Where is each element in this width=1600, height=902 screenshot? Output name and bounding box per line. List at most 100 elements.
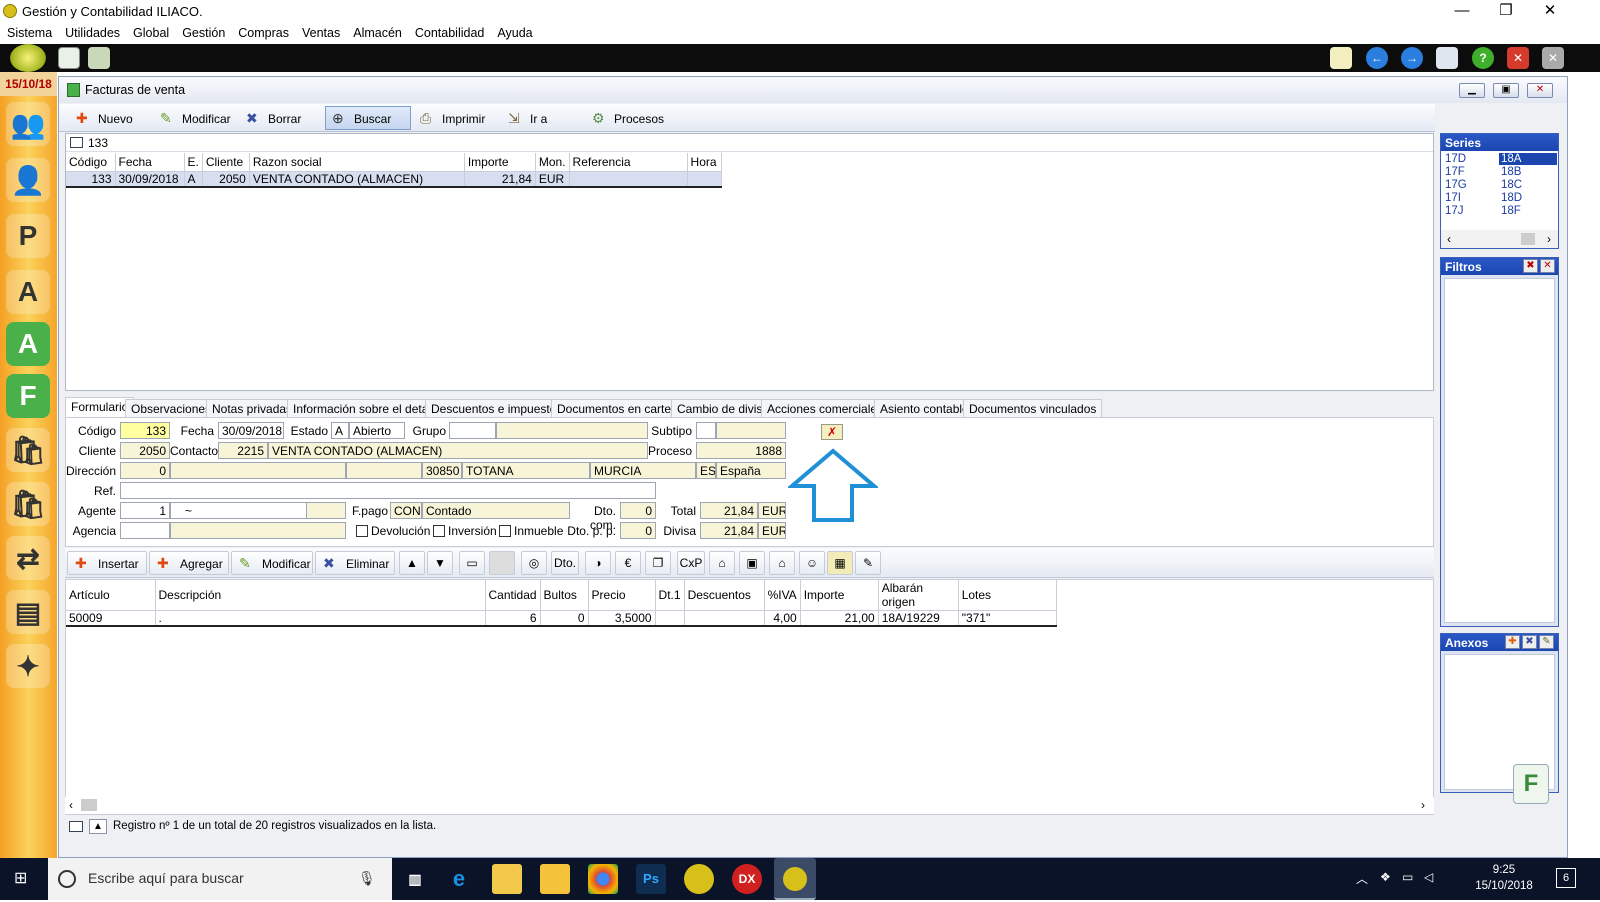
euro-icon[interactable]: € xyxy=(615,551,641,575)
tools-icon[interactable]: ✦ xyxy=(6,644,50,688)
pais-code-field[interactable]: ES xyxy=(696,462,716,479)
provincia-field[interactable]: MURCIA xyxy=(590,462,696,479)
volume-icon[interactable]: ◁ xyxy=(1424,870,1433,884)
menu-almacen[interactable]: Almacén xyxy=(346,24,408,40)
add-line-button[interactable]: ✚ Agregar xyxy=(149,551,229,575)
home-orb-icon[interactable] xyxy=(10,44,46,72)
clock[interactable]: 9:25 15/10/2018 xyxy=(1474,862,1534,894)
col-importe[interactable]: Importe xyxy=(464,153,536,172)
invoices-icon[interactable]: F xyxy=(6,374,50,418)
proceso-field[interactable]: 1888 xyxy=(696,442,786,459)
col-razon-social[interactable]: Razon social xyxy=(249,153,465,172)
menu-utilidades[interactable]: Utilidades xyxy=(58,24,126,40)
task-view-icon[interactable]: ▥ xyxy=(400,864,430,894)
table-row[interactable]: 133 30/09/2018 A 2050 VENTA CONTADO (ALM… xyxy=(66,171,722,188)
detail-scrollbar[interactable]: ‹ › xyxy=(65,797,1434,814)
image-icon[interactable]: ▦ xyxy=(827,551,853,575)
menu-sistema[interactable]: Sistema xyxy=(0,24,58,40)
tray-overflow-icon[interactable]: ︿ xyxy=(1356,870,1368,887)
search-input[interactable]: 133 xyxy=(88,136,108,150)
window-restore-button[interactable]: ▣ xyxy=(1493,83,1519,98)
col-cliente[interactable]: Cliente xyxy=(202,153,250,172)
col-albaran-origen[interactable]: Albarán origen xyxy=(878,580,959,611)
col-precio[interactable]: Precio xyxy=(588,580,656,611)
pais-field[interactable]: España xyxy=(716,462,786,479)
forward-icon[interactable]: → xyxy=(1401,47,1423,69)
goto-button[interactable]: ⇲ Ir a xyxy=(501,106,554,130)
back-icon[interactable]: ← xyxy=(1366,47,1388,69)
col-bultos[interactable]: Bultos xyxy=(540,580,589,611)
col-codigo[interactable]: Código xyxy=(66,153,116,172)
close-button[interactable]: ✕ xyxy=(1528,0,1572,24)
col-descripcion[interactable]: Descripción xyxy=(155,580,486,611)
window-close-button[interactable]: ✕ xyxy=(1527,83,1553,98)
photoshop-icon[interactable]: Ps xyxy=(636,864,666,894)
tab-notas-privadas[interactable]: Notas privadas xyxy=(206,399,299,417)
col-estado[interactable]: E. xyxy=(184,153,203,172)
menu-ventas[interactable]: Ventas xyxy=(295,24,346,40)
sales-bag-icon[interactable]: 🛍 xyxy=(6,428,50,472)
cliente-field[interactable]: 2050 xyxy=(120,442,170,459)
scroll-thumb[interactable] xyxy=(1521,233,1535,245)
edge-icon[interactable]: e xyxy=(444,864,474,894)
tab-info-detalle[interactable]: Información sobre el detalle xyxy=(287,399,447,417)
inversion-checkbox[interactable] xyxy=(433,525,445,537)
delete-line-button[interactable]: ✖ Eliminar xyxy=(315,551,395,575)
move-up-button[interactable]: ▲ xyxy=(399,551,425,575)
document-icon[interactable]: ▭ xyxy=(459,551,485,575)
blank-button[interactable] xyxy=(489,551,515,575)
agente-field[interactable]: 1 xyxy=(120,502,170,519)
menu-gestion[interactable]: Gestión xyxy=(175,24,231,40)
minimize-button[interactable]: — xyxy=(1440,0,1484,24)
tab-descuentos[interactable]: Descuentos e impuestos xyxy=(425,399,569,417)
direccion-field[interactable]: 0 xyxy=(120,462,170,479)
user-icon[interactable] xyxy=(88,47,110,69)
series-item-selected[interactable]: 18A xyxy=(1499,153,1557,165)
box-icon[interactable]: ▣ xyxy=(739,551,765,575)
copy-icon[interactable]: ❐ xyxy=(645,551,671,575)
microphone-icon[interactable]: 🎙 xyxy=(358,870,376,887)
maximize-button[interactable]: ❐ xyxy=(1484,0,1528,24)
delete-button[interactable]: ✖ Borrar xyxy=(239,106,308,130)
filters-options-icon[interactable]: ✖ xyxy=(1523,259,1538,273)
close-window-icon[interactable]: ✕ xyxy=(1507,47,1529,69)
dx-app-icon[interactable]: DX xyxy=(732,864,762,894)
scroll-left-icon[interactable]: ‹ xyxy=(69,798,73,812)
processes-button[interactable]: ⚙ Procesos xyxy=(585,106,671,130)
scroll-right-icon[interactable]: › xyxy=(1547,232,1551,246)
series-item[interactable]: 17J xyxy=(1445,205,1464,217)
codigo-field[interactable]: 133 xyxy=(120,422,170,439)
col-iva[interactable]: %IVA xyxy=(764,580,801,611)
transfer-icon[interactable]: ⇄ xyxy=(6,536,50,580)
supplier-icon[interactable]: P xyxy=(6,214,50,258)
tab-formulario[interactable]: Formulario xyxy=(65,397,135,417)
series-item[interactable]: 17D xyxy=(1445,153,1466,165)
tab-documentos-vinculados[interactable]: Documentos vinculados xyxy=(963,399,1103,417)
grupo-name-field[interactable] xyxy=(496,422,648,439)
mail-status-icon[interactable]: ✗ xyxy=(821,424,843,440)
series-item[interactable]: 17I xyxy=(1445,192,1461,204)
tab-asiento-contable[interactable]: Asiento contable xyxy=(874,399,975,417)
notes-icon[interactable]: ✎ xyxy=(855,551,881,575)
dropbox-icon[interactable]: ❖ xyxy=(1380,870,1391,884)
cxp-button[interactable]: CxP xyxy=(677,551,705,575)
insert-line-button[interactable]: ✚ Insertar xyxy=(67,551,147,575)
active-iliaco-icon[interactable] xyxy=(774,858,816,900)
windows-start-icon[interactable]: ⊞ xyxy=(14,871,32,887)
col-lotes[interactable]: Lotes xyxy=(958,580,1057,611)
ledger-icon[interactable]: ▤ xyxy=(6,590,50,634)
purchases-bag-icon[interactable]: 🛍 xyxy=(6,482,50,526)
attachment-add-icon[interactable]: ✚ xyxy=(1505,635,1520,649)
fpago-code-field[interactable]: CON xyxy=(390,502,422,519)
agente-extra-field[interactable] xyxy=(306,502,346,519)
col-cantidad[interactable]: Cantidad xyxy=(485,580,541,611)
scroll-right-icon[interactable]: › xyxy=(1421,798,1425,812)
cp-field[interactable]: 30850 xyxy=(422,462,462,479)
table-row[interactable]: 50009 . 6 0 3,5000 4,00 21,00 18A/19229 … xyxy=(66,610,1057,627)
invoice-icon[interactable] xyxy=(58,47,80,69)
menu-compras[interactable]: Compras xyxy=(231,24,295,40)
customers-icon[interactable]: 👥 xyxy=(6,102,50,146)
coins-icon[interactable]: ◑ xyxy=(585,551,611,575)
col-descuentos[interactable]: Descuentos xyxy=(684,580,765,611)
dto-button[interactable]: Dto. xyxy=(551,551,579,575)
